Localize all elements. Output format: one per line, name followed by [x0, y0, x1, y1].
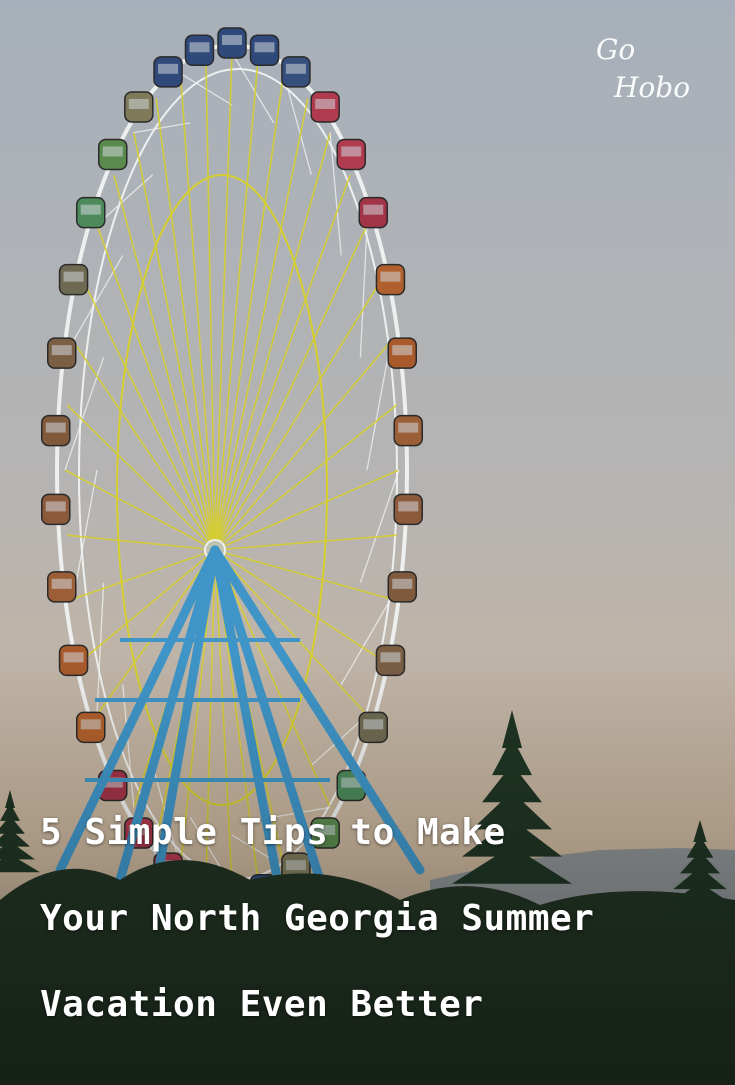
headline: 5 Simple Tips to Make Your North Georgia…	[40, 808, 720, 1066]
headline-line-1: 5 Simple Tips to Make	[40, 812, 506, 853]
headline-line-3: Vacation Even Better	[40, 984, 484, 1025]
logo-text-hobo: Hobo	[614, 71, 691, 104]
logo-text-go: Go	[596, 33, 636, 66]
headline-line-2: Your North Georgia Summer	[40, 898, 595, 939]
gohobo-logo: Go Hobo	[590, 30, 700, 110]
